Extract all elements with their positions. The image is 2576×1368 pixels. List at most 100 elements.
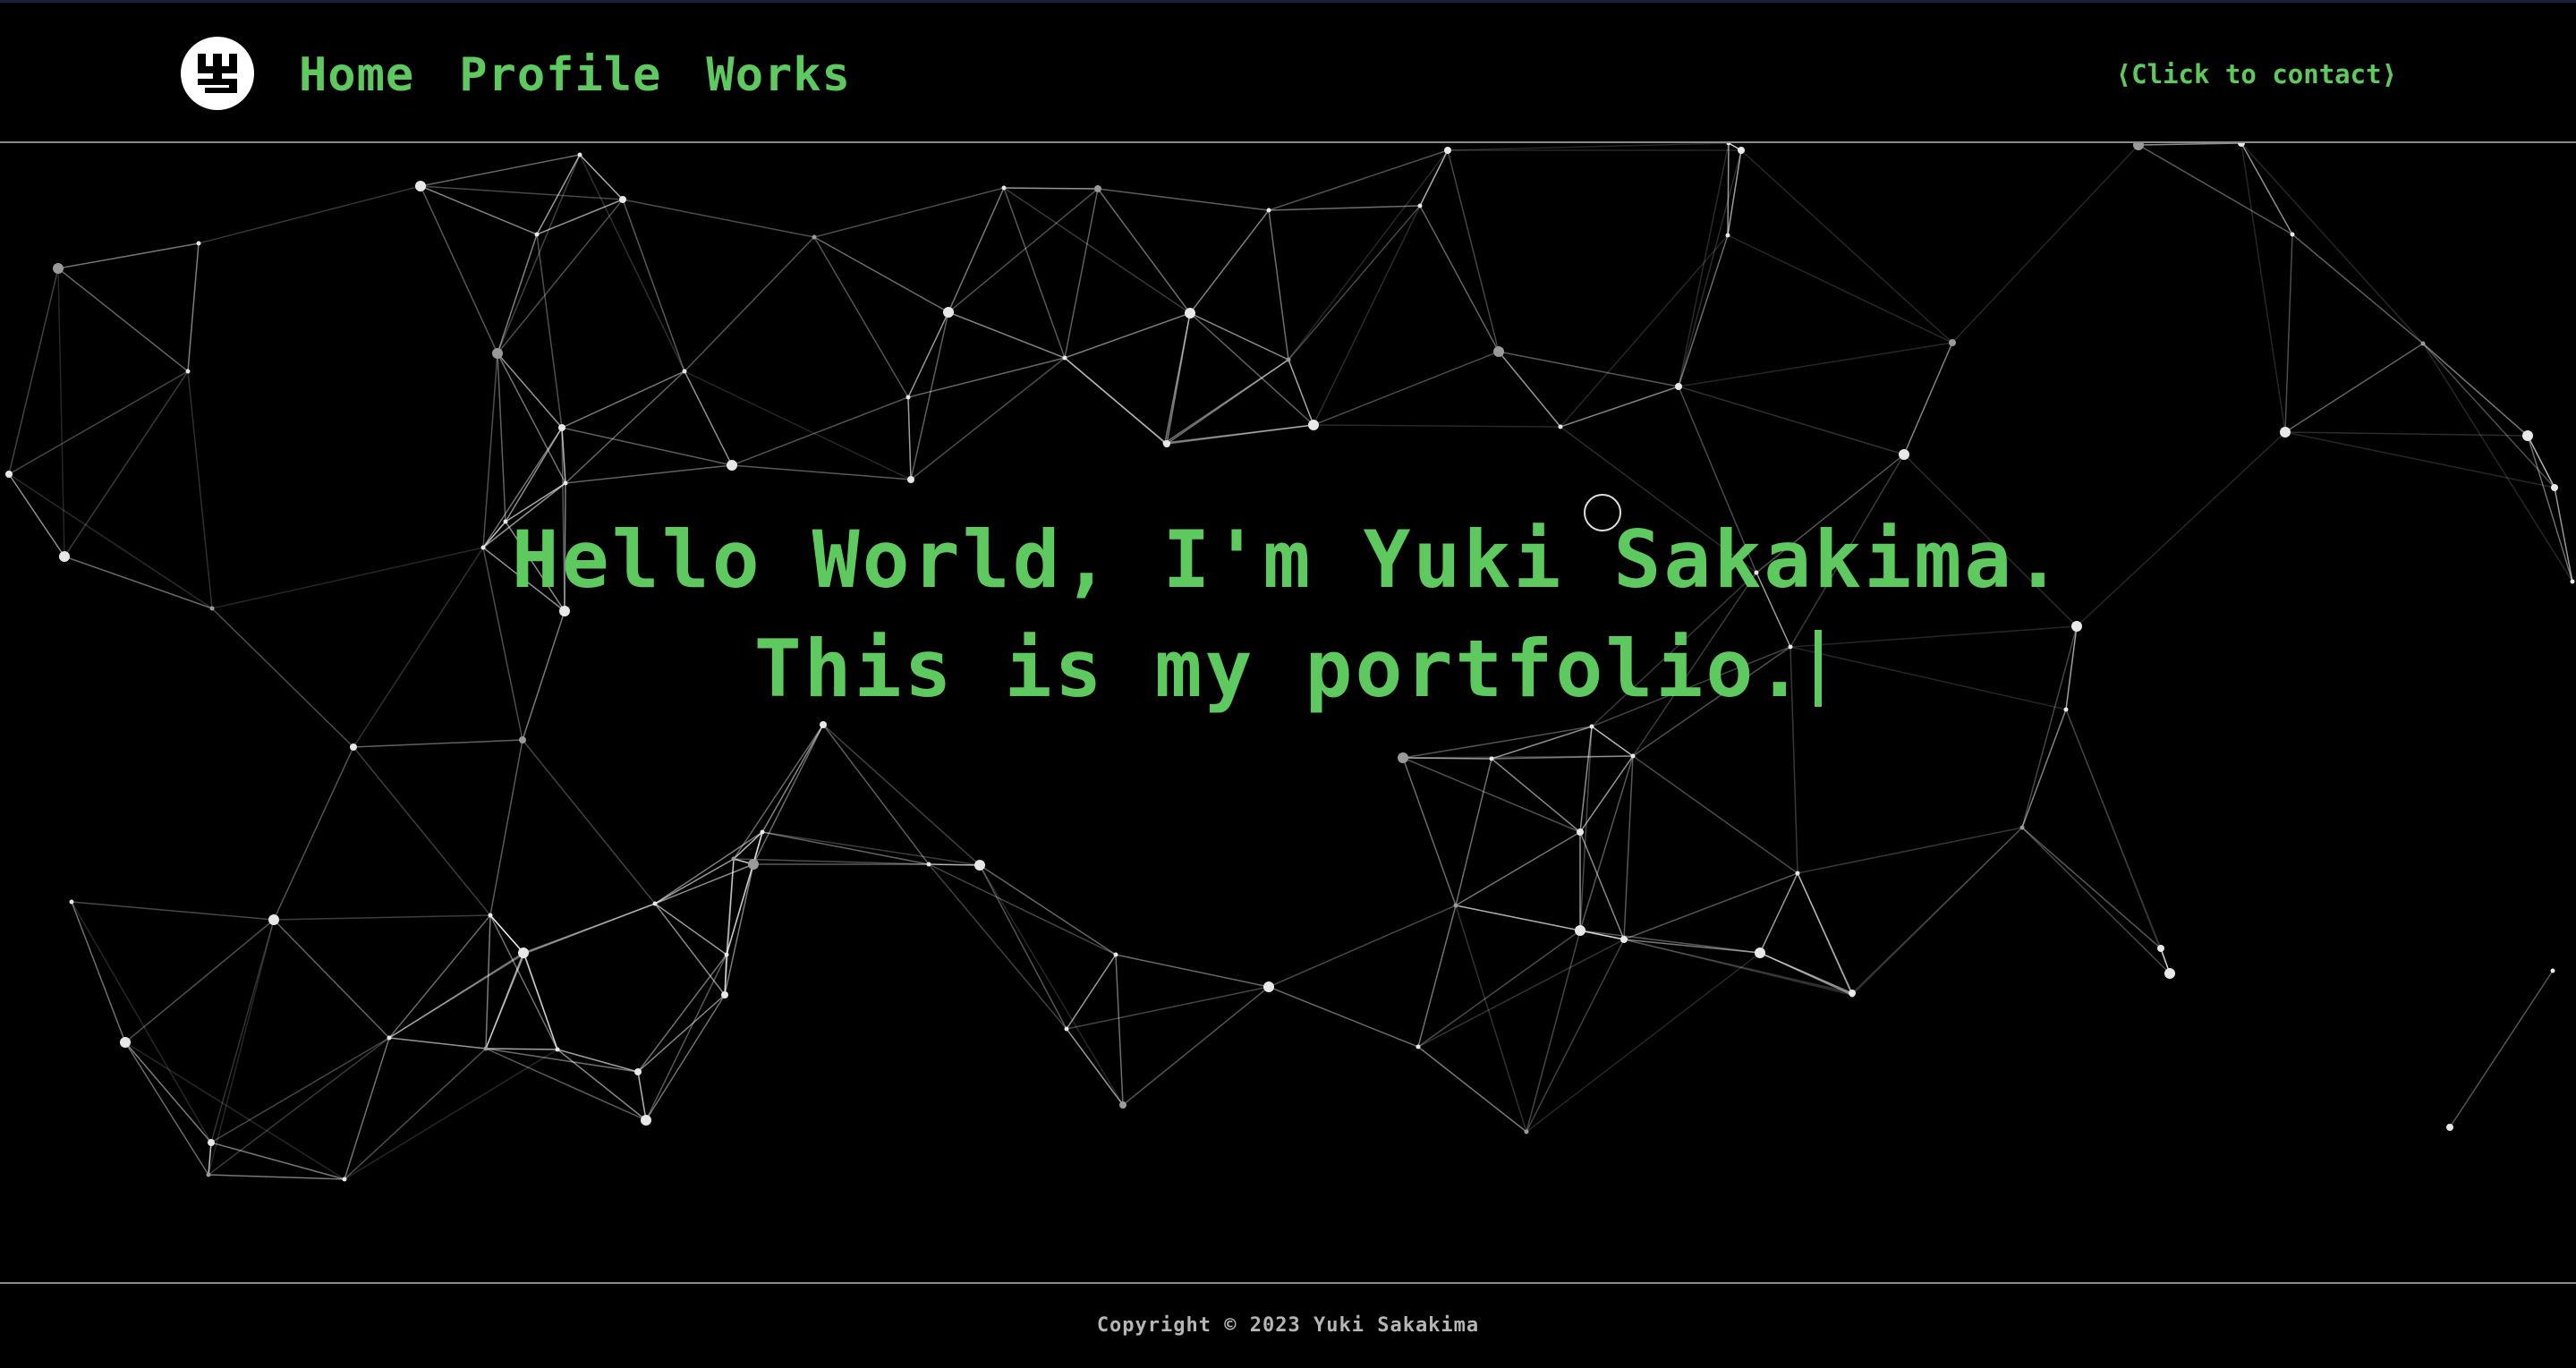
network-edge [1678, 386, 1905, 455]
network-edge [273, 746, 354, 921]
network-edge [1417, 930, 1581, 1048]
network-edge [1455, 831, 1581, 906]
network-node [1398, 752, 1408, 763]
network-edge [1591, 726, 1634, 757]
network-edge [522, 739, 656, 905]
network-edge [645, 994, 726, 1121]
network-node [1263, 981, 1274, 992]
network-edge [57, 268, 189, 372]
network-edge [1003, 187, 1191, 314]
network-node [1119, 1101, 1126, 1109]
network-node [185, 369, 191, 374]
network-node [1416, 1044, 1421, 1049]
network-edge [684, 236, 815, 372]
network-node [905, 395, 911, 400]
network-edge [388, 1037, 487, 1049]
network-edge [1455, 905, 1625, 940]
network-edge [1064, 312, 1191, 359]
network-edge [485, 914, 491, 1049]
network-edge [1402, 757, 1581, 833]
network-node [724, 952, 729, 957]
network-edge [124, 1041, 209, 1176]
network-edge [2284, 234, 2293, 433]
network-edge [1579, 831, 1625, 940]
network-edge [1097, 188, 1270, 211]
network-edge [907, 311, 949, 398]
network-node [1795, 871, 1800, 876]
network-node [1577, 828, 1584, 836]
network-edge [2021, 827, 2171, 974]
network-node [483, 1046, 489, 1051]
network-edge [1066, 954, 1117, 1030]
network-edge [1727, 143, 1730, 236]
network-edge [622, 199, 685, 372]
network-edge [2240, 143, 2293, 235]
network-edge [761, 724, 824, 833]
network-edge [8, 370, 189, 475]
contact-link[interactable]: ⟨Click to contact⟩ [2116, 58, 2397, 90]
network-node [196, 241, 201, 246]
network-edge [1313, 351, 1500, 426]
network-edge [1727, 234, 1953, 344]
network-node [1417, 203, 1423, 208]
network-node [1725, 233, 1730, 238]
network-node [1444, 147, 1451, 154]
network-edge [489, 739, 523, 916]
network-node [208, 1139, 215, 1146]
network-edge [1313, 205, 1421, 426]
nav-profile[interactable]: Profile [459, 47, 661, 103]
network-edge [1288, 149, 1449, 361]
network-edge [752, 724, 824, 865]
network-edge [1498, 351, 1679, 387]
network-edge [2138, 144, 2293, 235]
network-edge [1797, 827, 2023, 874]
network-node [488, 913, 493, 918]
network-edge [536, 234, 563, 429]
network-node [2280, 427, 2291, 438]
network-edge [1447, 149, 1500, 353]
network-edge [1064, 357, 1168, 445]
nav-home[interactable]: Home [299, 47, 414, 103]
network-node [1493, 346, 1504, 357]
network-edge [654, 903, 727, 956]
network-edge [2449, 970, 2554, 1128]
logo[interactable] [181, 37, 254, 110]
network-node [1286, 357, 1291, 362]
network-edge [208, 919, 275, 1176]
network-node [555, 1047, 560, 1052]
network-edge [1189, 209, 1270, 314]
mouse-cursor-ring [1584, 494, 1621, 531]
network-edge [273, 914, 491, 921]
network-edge [353, 746, 491, 916]
network-node [1630, 753, 1636, 759]
network-edge [813, 187, 1005, 238]
network-edge [1678, 143, 1730, 387]
network-node [1489, 756, 1494, 761]
network-node [2019, 825, 2025, 830]
network-node [926, 862, 931, 867]
network-node [577, 152, 582, 157]
network-edge [637, 1071, 647, 1121]
network-edge [2422, 343, 2529, 437]
nav-works[interactable]: Works [706, 47, 851, 103]
hero-line-1: Hello World, I'm Yuki Sakakima. [511, 514, 2065, 606]
network-edge [1797, 872, 1853, 996]
network-edge [1623, 939, 1761, 954]
network-edge [1632, 755, 1798, 874]
network-node [1524, 1129, 1529, 1134]
network-edge [1066, 986, 1270, 1030]
network-node [558, 424, 565, 431]
network-edge [388, 914, 491, 1039]
network-node [1738, 147, 1745, 154]
network-edge [485, 952, 524, 1049]
network-edge [497, 353, 506, 523]
network-edge [2065, 709, 2171, 974]
network-edge [353, 739, 523, 748]
network-edge [1268, 986, 1419, 1048]
network-node [1113, 952, 1118, 957]
network-edge [2284, 431, 2529, 437]
network-node [1453, 903, 1458, 908]
network-edge [1498, 351, 1561, 428]
network-edge [1455, 905, 1527, 1133]
network-edge [1189, 312, 1314, 426]
